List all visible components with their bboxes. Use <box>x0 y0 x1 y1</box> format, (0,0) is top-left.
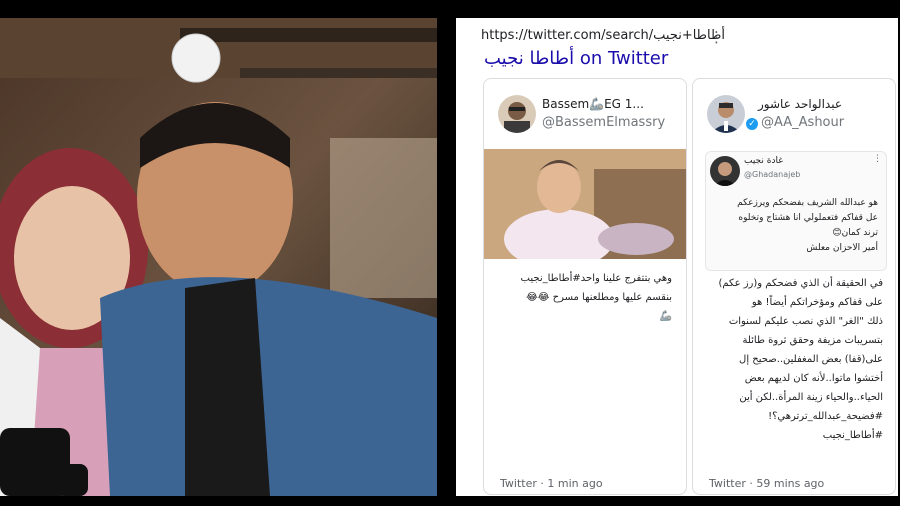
quoted-tweet[interactable]: غادة نجيب @Ghadanajeb ⋮ هو عبدالله الشري… <box>705 151 887 271</box>
more-options-icon[interactable]: ⋮ <box>709 28 724 46</box>
avatar <box>707 95 745 133</box>
verified-icon: ✓ <box>746 118 758 130</box>
tweet-author-name: Bassem🦾EG 1... <box>542 97 644 111</box>
tweet-author-name: عبدالواحد عاشور <box>758 97 842 111</box>
tweet-footer: Twitter · 1 min ago <box>500 477 603 490</box>
quoted-author-name: غادة نجيب <box>744 156 783 166</box>
tweet-card[interactable]: Bassem🦾EG 1... @BassemElmassry وهي بتتفر… <box>483 78 687 495</box>
quoted-tweet-text: هو عبدالله الشريف بفضحكم ويرزعكم عل قفاك… <box>737 198 878 253</box>
avatar <box>710 156 740 186</box>
tweet-text: وهي بتتفرج علينا واحد#أطاطا_نجيب بنقسم ع… <box>520 273 672 322</box>
tweet-author-handle: @BassemElmassry <box>542 115 666 130</box>
avatar <box>498 95 536 133</box>
photo <box>0 18 437 496</box>
tweet-image <box>484 149 686 269</box>
tweet-card[interactable]: عبدالواحد عاشور ✓ @AA_Ashour غادة نجيب @… <box>692 78 896 495</box>
tweet-author-handle: @AA_Ashour <box>761 115 845 130</box>
result-title-link[interactable]: أطاطا نجيب on Twitter <box>484 48 668 69</box>
tweet-footer: Twitter · 59 mins ago <box>709 477 825 490</box>
quoted-author-handle: @Ghadanajeb <box>744 170 801 179</box>
quoted-more-icon[interactable]: ⋮ <box>873 154 882 164</box>
search-result-panel: https://twitter.com/search/أطاطا+نجيب ⋮ … <box>456 18 898 496</box>
photo-image <box>0 18 437 496</box>
tweet-text: في الحقيقة أن الذي فضحكم و(رز عكم) على ق… <box>718 278 883 441</box>
result-url[interactable]: https://twitter.com/search/أطاطا+نجيب <box>481 28 725 43</box>
